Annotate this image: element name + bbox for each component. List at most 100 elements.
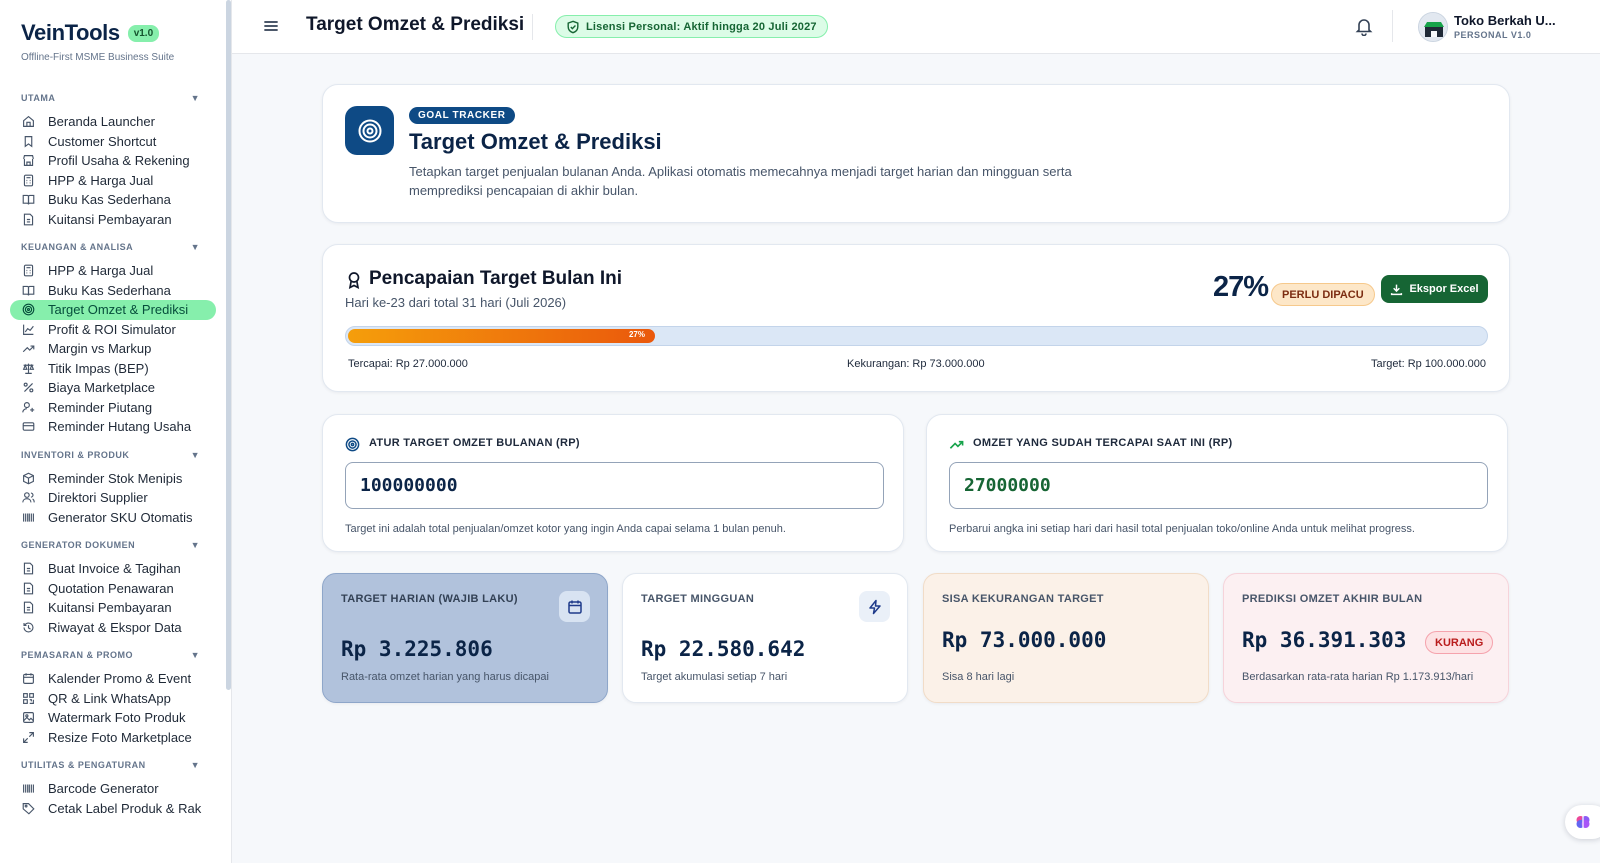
brand-name: VeinTools (21, 20, 120, 45)
section-header[interactable]: GENERATOR DOKUMEN ▼ (0, 537, 226, 553)
chevron-down-icon: ▼ (190, 449, 200, 460)
sidebar-item-reminder-hutang[interactable]: Reminder Hutang Usaha (10, 417, 216, 437)
calculator-icon (22, 264, 35, 277)
sidebar-item-generator-sku[interactable]: Generator SKU Otomatis (10, 508, 216, 528)
history-icon (22, 621, 35, 634)
sidebar-item-quotation[interactable]: Quotation Penawaran (10, 579, 216, 599)
achieved-input-label: OMZET YANG SUDAH TERCAPAI SAAT INI (RP) (973, 437, 1233, 449)
chevron-down-icon: ▼ (190, 242, 200, 252)
license-badge: Lisensi Personal: Aktif hingga 20 Juli 2… (555, 15, 828, 38)
topbar: Target Omzet & Prediksi Lisensi Personal… (232, 0, 1600, 54)
version-badge: v1.0 (127, 24, 160, 42)
monthly-target-input[interactable]: 100000000 (345, 462, 884, 509)
home-icon (22, 115, 35, 128)
sidebar-item-hpp-harga-jual[interactable]: HPP & Harga Jual (10, 171, 216, 191)
users-icon (22, 491, 35, 504)
hamburger-menu-icon[interactable] (262, 17, 280, 35)
download-icon (1390, 283, 1403, 296)
daily-target-card: TARGET HARIAN (WAJIB LAKU) Rp 3.225.806 … (322, 573, 608, 703)
chevron-down-icon: ▼ (190, 93, 200, 103)
sidebar-item-buat-invoice[interactable]: Buat Invoice & Tagihan (10, 559, 216, 579)
shield-check-icon (566, 20, 580, 34)
image-icon (22, 711, 35, 724)
credit-card-icon (22, 420, 35, 433)
status-badge: KURANG (1425, 631, 1494, 654)
stat-value: Rp 73.000.000 (942, 628, 1107, 652)
floating-assistant-button[interactable] (1565, 805, 1600, 839)
progress-title: Pencapaian Target Bulan Ini (369, 268, 623, 289)
calendar-icon (22, 672, 35, 685)
sidebar-item-riwayat-ekspor[interactable]: Riwayat & Ekspor Data (10, 618, 216, 638)
weekly-target-card: TARGET MINGGUAN Rp 22.580.642 Target aku… (622, 573, 908, 703)
stat-note: Sisa 8 hari lagi (942, 671, 1015, 683)
sidebar-item-titik-impas[interactable]: Titik Impas (BEP) (10, 359, 216, 379)
stat-label: SISA KEKURANGAN TARGET (942, 593, 1104, 605)
sidebar-item-direktori-supplier[interactable]: Direktori Supplier (10, 488, 216, 508)
sidebar-item-profil-usaha[interactable]: Profil Usaha & Rekening (10, 151, 216, 171)
sidebar-item-cetak-label[interactable]: Cetak Label Produk & Rak (10, 799, 216, 819)
line-chart-icon (22, 323, 35, 336)
sidebar-item-qr-whatsapp[interactable]: QR & Link WhatsApp (10, 689, 216, 709)
sidebar-item-target-omzet[interactable]: Target Omzet & Prediksi (10, 300, 216, 320)
bell-icon[interactable] (1354, 16, 1374, 36)
target-icon (22, 303, 35, 316)
chevron-down-icon: ▼ (190, 650, 200, 660)
progress-bar-label: 27% (628, 330, 645, 339)
sidebar-item-customer-shortcut[interactable]: Customer Shortcut (10, 132, 216, 152)
qr-code-icon (22, 692, 35, 705)
sidebar-item-buku-kas[interactable]: Buku Kas Sederhana (10, 281, 216, 301)
stat-value: Rp 22.580.642 (641, 637, 806, 661)
sidebar-item-watermark-foto[interactable]: Watermark Foto Produk (10, 708, 216, 728)
progress-card: Pencapaian Target Bulan Ini Hari ke-23 d… (322, 244, 1510, 392)
trending-up-icon (22, 342, 35, 355)
user-name[interactable]: Toko Berkah U... (1454, 13, 1564, 28)
sidebar-item-reminder-piutang[interactable]: Reminder Piutang (10, 398, 216, 418)
section-header[interactable]: UTAMA ▼ (0, 90, 226, 106)
page-title: Target Omzet & Prediksi (306, 14, 525, 35)
section-header[interactable]: KEUANGAN & ANALISA ▼ (0, 239, 226, 255)
sidebar-item-buku-kas[interactable]: Buku Kas Sederhana (10, 190, 216, 210)
brand: VeinTools v1.0 (21, 20, 160, 46)
sidebar-item-hpp-harga-jual[interactable]: HPP & Harga Jual (10, 261, 216, 281)
scale-icon (22, 362, 35, 375)
achieved-omzet-input[interactable]: 27000000 (949, 462, 1488, 509)
section-header[interactable]: INVENTORI & PRODUK ▼ (0, 447, 226, 463)
sidebar-item-beranda-launcher[interactable]: Beranda Launcher (10, 112, 216, 132)
stat-label: PREDIKSI OMZET AKHIR BULAN (1242, 593, 1423, 605)
barcode-icon (22, 782, 35, 795)
sidebar-nav: UTAMA ▼ Beranda Launcher Customer Shortcu… (0, 80, 226, 826)
target-input-help: Target ini adalah total penjualan/omzet … (345, 523, 786, 535)
target-amount: Target: Rp 100.000.000 (1371, 358, 1486, 370)
nav-section-utama: UTAMA ▼ Beranda Launcher Customer Shortcu… (0, 90, 226, 229)
section-header[interactable]: UTILITAS & PENGATURAN ▼ (0, 757, 226, 773)
resize-icon (22, 731, 35, 744)
avatar[interactable] (1418, 12, 1448, 42)
progress-percent: 27% (1213, 271, 1269, 303)
sidebar-item-margin-markup[interactable]: Margin vs Markup (10, 339, 216, 359)
chevron-down-icon: ▼ (190, 760, 200, 770)
sidebar-item-kalender-promo[interactable]: Kalender Promo & Event (10, 669, 216, 689)
sidebar-item-kuitansi[interactable]: Kuitansi Pembayaran (10, 210, 216, 230)
sidebar-item-barcode-generator[interactable]: Barcode Generator (10, 779, 216, 799)
goal-tracker-badge: GOAL TRACKER (409, 107, 515, 124)
export-excel-button[interactable]: Ekspor Excel (1381, 275, 1488, 303)
sidebar-item-resize-foto[interactable]: Resize Foto Marketplace (10, 728, 216, 748)
sidebar-item-kuitansi[interactable]: Kuitansi Pembayaran (10, 598, 216, 618)
section-header[interactable]: PEMASARAN & PROMO ▼ (0, 647, 226, 663)
calculator-icon (22, 174, 35, 187)
achieved-amount: Tercapai: Rp 27.000.000 (348, 358, 468, 370)
sidebar-item-biaya-marketplace[interactable]: Biaya Marketplace (10, 378, 216, 398)
forecast-card: PREDIKSI OMZET AKHIR BULAN Rp 36.391.303… (1223, 573, 1509, 703)
sidebar-scrollbar[interactable] (226, 0, 231, 690)
nav-section-utilitas: UTILITAS & PENGATURAN ▼ Barcode Generator… (0, 757, 226, 818)
stat-value: Rp 3.225.806 (341, 637, 493, 661)
goal-tracker-card: GOAL TRACKER Target Omzet & Prediksi Tet… (322, 84, 1510, 223)
sidebar-item-profit-roi[interactable]: Profit & ROI Simulator (10, 320, 216, 340)
lightning-icon (859, 591, 890, 622)
hero-title: Target Omzet & Prediksi (409, 129, 662, 154)
store-icon (22, 154, 35, 167)
nav-section-generator-dokumen: GENERATOR DOKUMEN ▼ Buat Invoice & Tagiha… (0, 537, 226, 637)
sidebar-item-reminder-stok[interactable]: Reminder Stok Menipis (10, 469, 216, 489)
stat-value: Rp 36.391.303 (1242, 628, 1407, 652)
target-input-label: ATUR TARGET OMZET BULANAN (RP) (369, 437, 580, 449)
